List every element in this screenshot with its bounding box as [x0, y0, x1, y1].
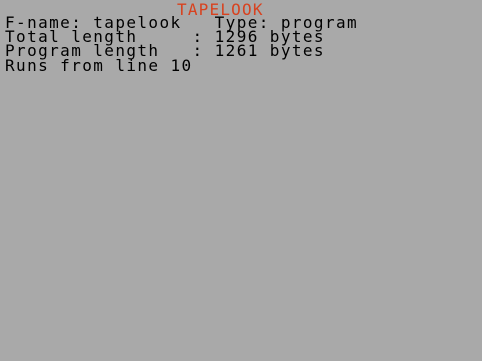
autostart-line: Runs from line 10: [5, 56, 193, 75]
zx-spectrum-screen: TAPELOOK F-name: tapelook Type: program …: [0, 0, 482, 361]
